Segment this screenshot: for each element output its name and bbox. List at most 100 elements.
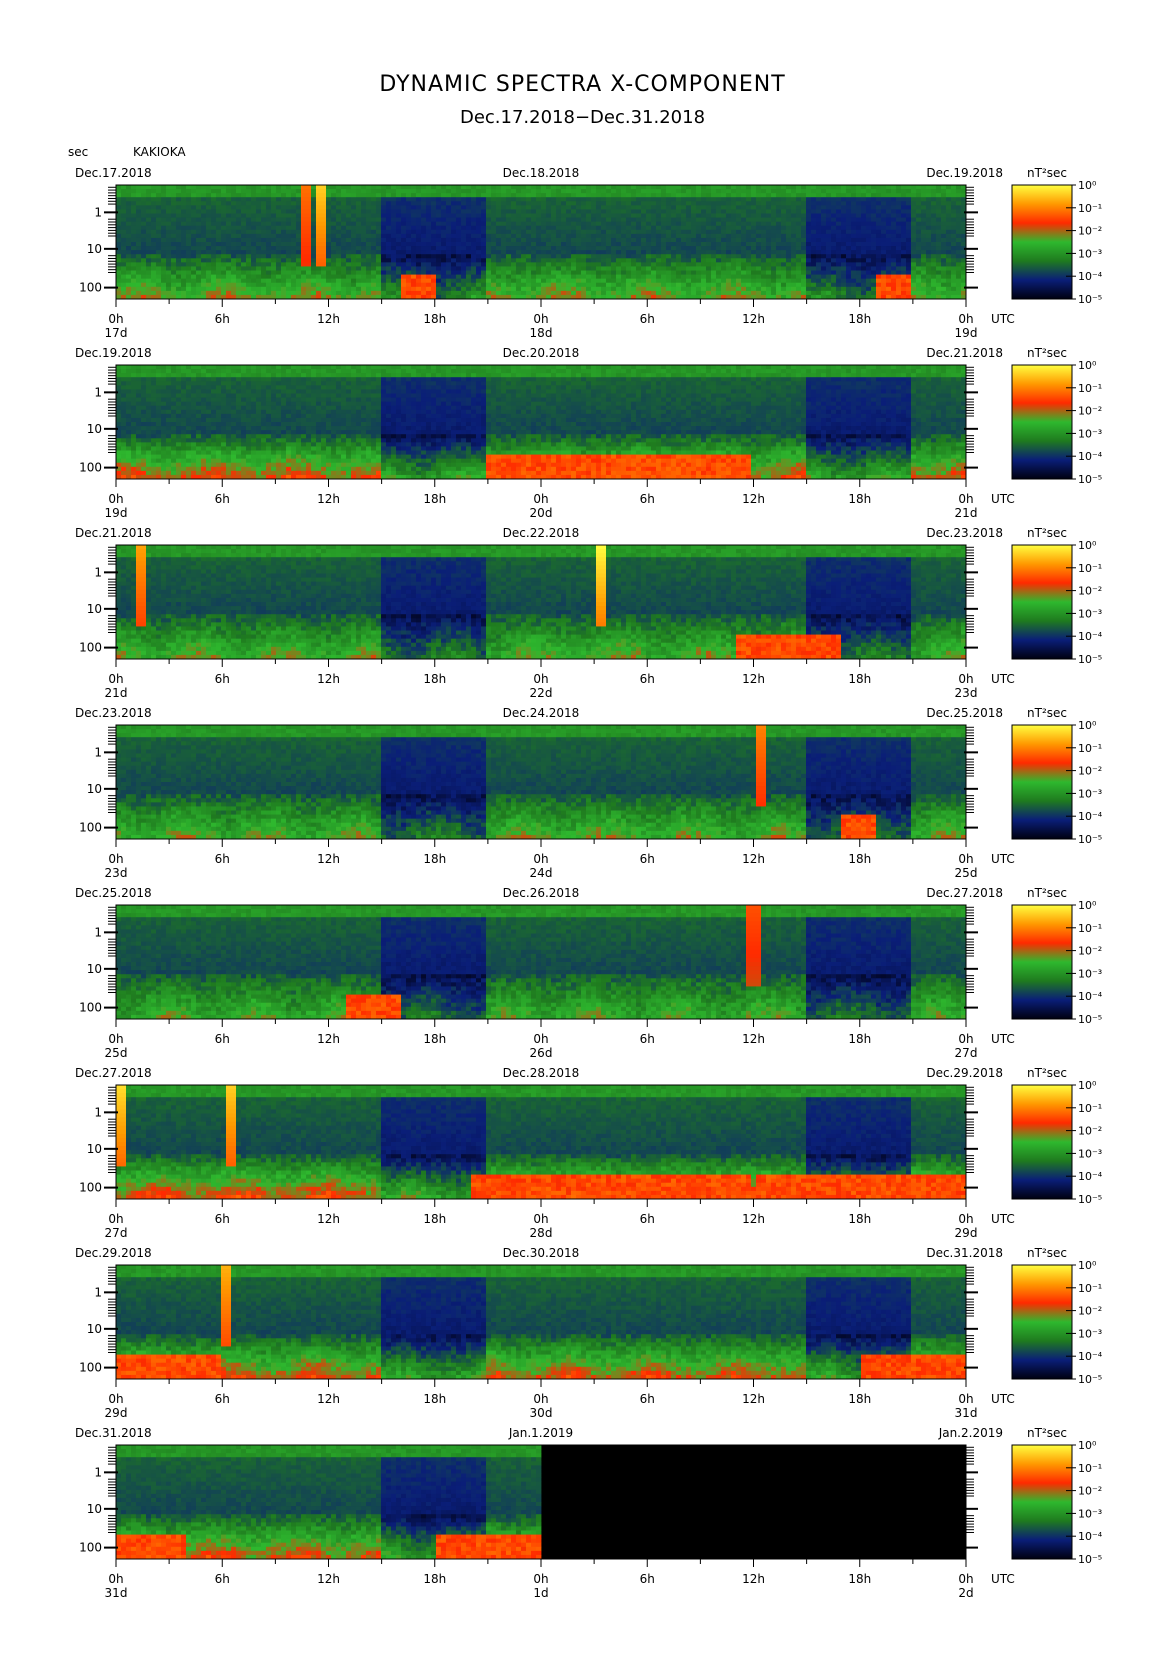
x-tick-label: 6h — [215, 1032, 230, 1046]
spectra-panel-7: Dec.29.2018 Dec.30.2018 Dec.31.2018 nT²sec1… — [75, 1246, 1103, 1420]
day-label: 19d — [105, 506, 128, 520]
day-label: 31d — [105, 1586, 128, 1600]
x-tick-label: 0h — [533, 1572, 548, 1586]
x-tick-label: 0h — [533, 312, 548, 326]
x-tick-label: 18h — [423, 1572, 446, 1586]
x-tick-label: 18h — [423, 1032, 446, 1046]
x-tick-label: 0h — [958, 1212, 973, 1226]
day-label: 23d — [955, 686, 978, 700]
day-label: 24d — [530, 866, 553, 880]
panel-date-right: Dec.29.2018 — [926, 1066, 1003, 1080]
x-tick-label: 6h — [640, 1572, 655, 1586]
day-label: 20d — [530, 506, 553, 520]
x-tick-label: 12h — [317, 1212, 340, 1226]
x-tick-label: 18h — [423, 672, 446, 686]
colorbar-tick-label: 10⁰ — [1078, 1439, 1097, 1452]
y-tick-label: 100 — [79, 641, 102, 655]
colorbar — [1012, 725, 1072, 839]
panel-date-right: Dec.31.2018 — [926, 1246, 1003, 1260]
day-label: 26d — [530, 1046, 553, 1060]
day-label: 19d — [955, 326, 978, 340]
panel-date-left: Dec.23.2018 — [75, 706, 152, 720]
day-label: 27d — [105, 1226, 128, 1240]
colorbar-tick-label: 10⁻¹ — [1078, 202, 1102, 215]
x-tick-label: 0h — [533, 1032, 548, 1046]
y-tick-label: 1 — [94, 1465, 102, 1479]
x-tick-label: 0h — [108, 1392, 123, 1406]
panel-date-right: Dec.19.2018 — [926, 166, 1003, 180]
colorbar-tick-label: 10⁻² — [1078, 1485, 1102, 1498]
utc-label: UTC — [991, 672, 1015, 686]
y-tick-label: 1 — [94, 385, 102, 399]
colorbar-tick-label: 10⁻⁴ — [1078, 270, 1103, 283]
colorbar-unit: nT²sec — [1027, 886, 1067, 900]
colorbar — [1012, 1085, 1072, 1199]
colorbar-tick-label: 10⁰ — [1078, 359, 1097, 372]
colorbar-tick-label: 10⁻⁵ — [1078, 1193, 1102, 1206]
x-tick-label: 0h — [533, 1212, 548, 1226]
colorbar — [1012, 545, 1072, 659]
colorbar-tick-label: 10⁻⁵ — [1078, 1373, 1102, 1386]
utc-label: UTC — [991, 852, 1015, 866]
x-tick-label: 12h — [317, 1392, 340, 1406]
x-tick-label: 6h — [215, 312, 230, 326]
x-tick-label: 12h — [742, 1032, 765, 1046]
x-tick-label: 18h — [423, 1212, 446, 1226]
panel-date-mid: Dec.18.2018 — [503, 166, 580, 180]
colorbar — [1012, 905, 1072, 1019]
x-tick-label: 6h — [640, 852, 655, 866]
colorbar-unit: nT²sec — [1027, 1246, 1067, 1260]
colorbar-tick-label: 10⁻⁴ — [1078, 450, 1103, 463]
colorbar-tick-label: 10⁻⁵ — [1078, 1013, 1102, 1026]
day-label: 25d — [105, 1046, 128, 1060]
x-tick-label: 0h — [533, 1392, 548, 1406]
day-label: 18d — [530, 326, 553, 340]
day-label: 28d — [530, 1226, 553, 1240]
x-tick-label: 12h — [742, 1212, 765, 1226]
x-tick-label: 0h — [958, 1392, 973, 1406]
colorbar-tick-label: 10⁻² — [1078, 765, 1102, 778]
x-tick-label: 18h — [848, 492, 871, 506]
day-label: 21d — [955, 506, 978, 520]
y-tick-label: 100 — [79, 1181, 102, 1195]
y-tick-label: 1 — [94, 745, 102, 759]
utc-label: UTC — [991, 492, 1015, 506]
day-label: 2d — [958, 1586, 973, 1600]
x-tick-label: 18h — [848, 1212, 871, 1226]
y-tick-label: 10 — [87, 782, 102, 796]
colorbar-tick-label: 10⁻² — [1078, 1125, 1102, 1138]
x-tick-label: 6h — [640, 1032, 655, 1046]
y-tick-label: 1 — [94, 205, 102, 219]
y-tick-label: 10 — [87, 602, 102, 616]
utc-label: UTC — [991, 312, 1015, 326]
spectra-panel-3: Dec.21.2018 Dec.22.2018 Dec.23.2018 nT²sec1… — [75, 526, 1103, 700]
colorbar-tick-label: 10⁻³ — [1078, 607, 1102, 620]
panel-date-mid: Dec.30.2018 — [503, 1246, 580, 1260]
colorbar-tick-label: 10⁻⁴ — [1078, 1350, 1103, 1363]
x-tick-label: 0h — [533, 852, 548, 866]
x-tick-label: 12h — [317, 312, 340, 326]
x-tick-label: 6h — [640, 1392, 655, 1406]
panel-date-left: Dec.19.2018 — [75, 346, 152, 360]
colorbar-tick-label: 10⁰ — [1078, 179, 1097, 192]
panel-date-left: Dec.21.2018 — [75, 526, 152, 540]
colorbar-tick-label: 10⁻³ — [1078, 1147, 1102, 1160]
x-tick-label: 18h — [423, 312, 446, 326]
day-label: 17d — [105, 326, 128, 340]
day-label: 29d — [105, 1406, 128, 1420]
y-tick-label: 10 — [87, 422, 102, 436]
x-tick-label: 0h — [108, 672, 123, 686]
colorbar-tick-label: 10⁰ — [1078, 899, 1097, 912]
x-tick-label: 6h — [215, 1212, 230, 1226]
x-tick-label: 0h — [958, 312, 973, 326]
y-tick-label: 100 — [79, 1001, 102, 1015]
dynamic-spectra-chart: Dec.17.2018 Dec.18.2018 Dec.19.2018 nT²sec1… — [0, 0, 1165, 1679]
day-label: 31d — [955, 1406, 978, 1420]
colorbar-tick-label: 10⁻³ — [1078, 427, 1102, 440]
panel-date-mid: Jan.1.2019 — [508, 1426, 573, 1440]
x-tick-label: 12h — [742, 1392, 765, 1406]
y-tick-label: 10 — [87, 962, 102, 976]
panel-date-right: Dec.23.2018 — [926, 526, 1003, 540]
utc-label: UTC — [991, 1212, 1015, 1226]
x-tick-label: 6h — [215, 852, 230, 866]
